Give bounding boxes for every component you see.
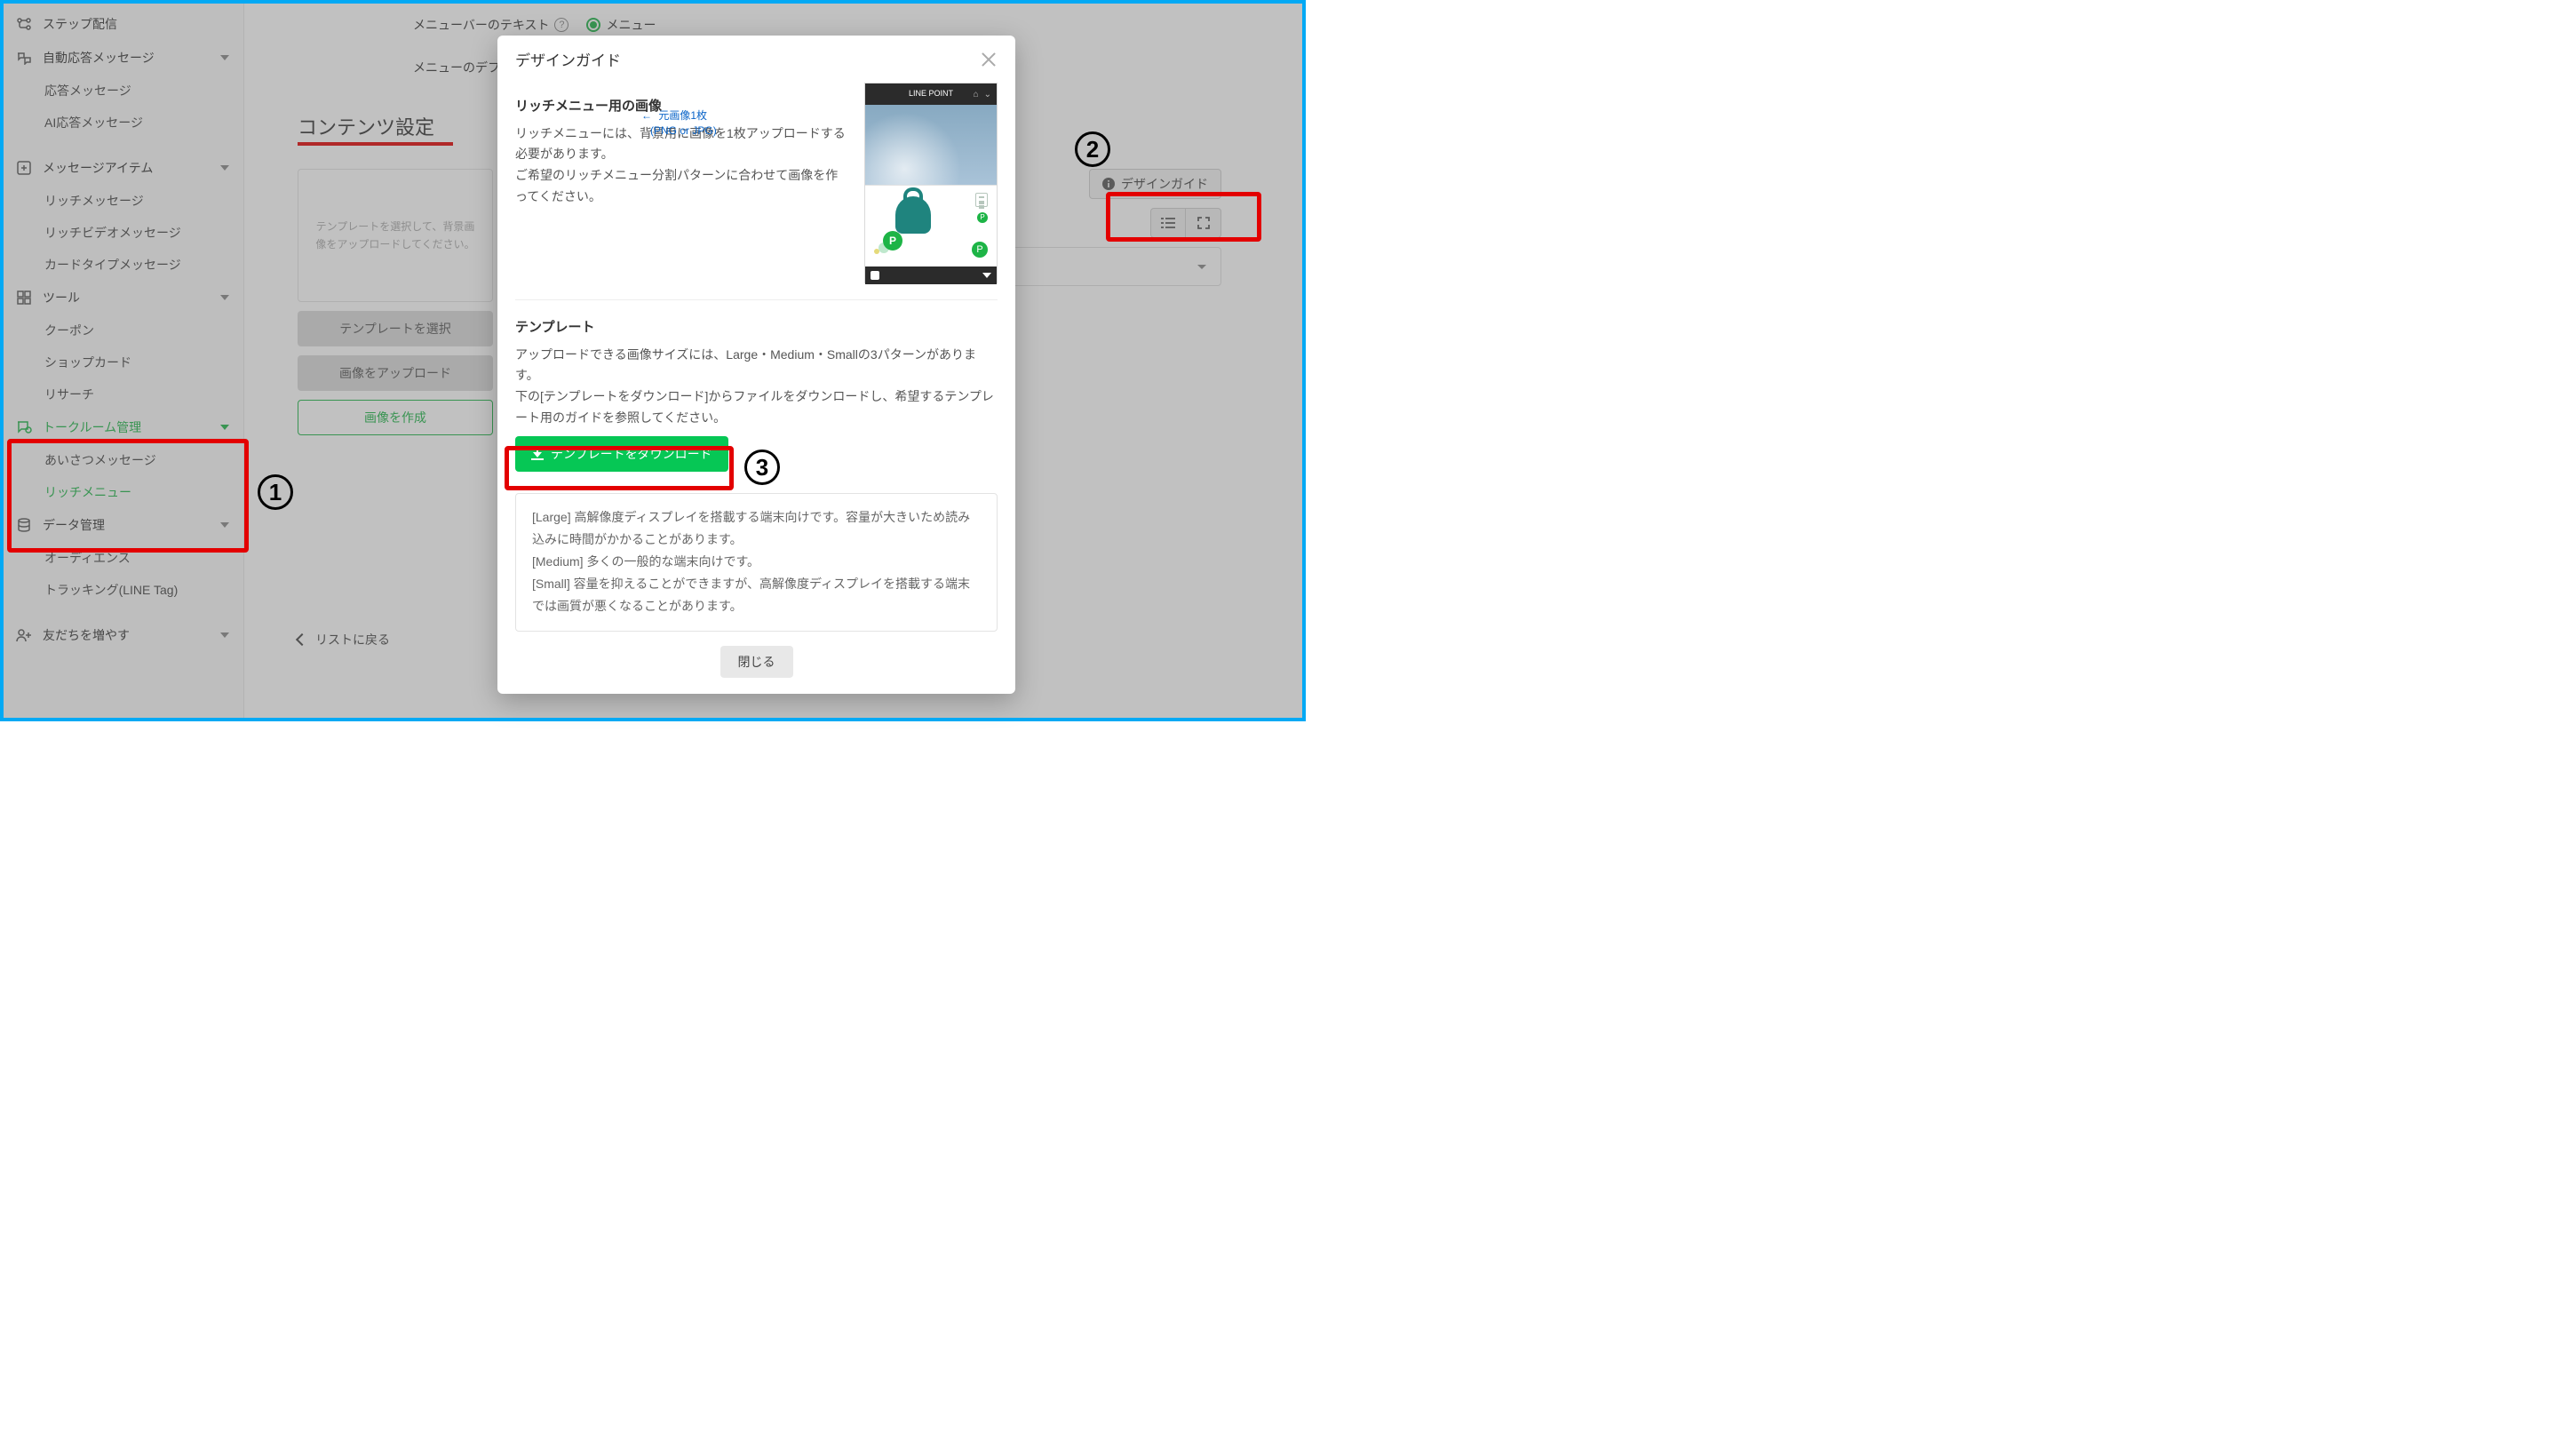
close-icon[interactable] [980, 51, 998, 68]
point-badge-icon: P [977, 212, 988, 223]
info-medium: [Medium] 多くの一般的な端末向けです。 [532, 551, 981, 573]
info-large: [Large] 高解像度ディスプレイを搭載する端末向けです。容量が大きいため読み… [532, 506, 981, 551]
download-icon [531, 448, 544, 460]
download-template-label: テンプレートをダウンロード [551, 445, 712, 463]
note-line2: (PNG or JPG) [650, 124, 717, 137]
phone-mockup: LINE POINT ⌂ ⌄ P P P [864, 83, 998, 283]
modal-section2-p1: アップロードできる画像サイズには、Large・Medium・Smallの3パター… [515, 345, 998, 387]
phone-mockup-title: LINE POINT [909, 87, 953, 100]
chevron-down-icon [982, 273, 991, 278]
modal-section2-heading: テンプレート [515, 316, 998, 339]
template-size-info: [Large] 高解像度ディスプレイを搭載する端末向けです。容量が大きいため読み… [515, 493, 998, 632]
original-image-note: ← 元画像1枚 (PNG or JPG) [641, 108, 748, 139]
coin-icon: P [883, 231, 902, 251]
money-bag-icon [895, 196, 931, 234]
home-square-icon [871, 271, 879, 280]
note-line1: 元画像1枚 [658, 109, 707, 122]
modal-title: デザインガイド [515, 48, 621, 70]
document-icon [975, 193, 988, 207]
info-small: [Small] 容量を抑えることができますが、高解像度ディスプレイを搭載する端末… [532, 573, 981, 617]
modal-close-button[interactable]: 閉じる [720, 646, 793, 678]
chevron-down-icon: ⌄ [984, 87, 991, 102]
modal-section2-p2: 下の[テンプレートをダウンロード]からファイルをダウンロードし、希望するテンプレ… [515, 386, 998, 429]
design-guide-modal: デザインガイド リッチメニュー用の画像 リッチメニューには、背景用に画像を1枚ア… [497, 36, 1015, 694]
download-template-button[interactable]: テンプレートをダウンロード [515, 436, 728, 472]
home-icon: ⌂ [974, 87, 979, 102]
point-badge-large-icon: P [972, 242, 988, 258]
arrow-left-icon: ← [641, 108, 652, 123]
modal-section1-p2: ご希望のリッチメニュー分割パターンに合わせて画像を作ってください。 [515, 165, 848, 208]
